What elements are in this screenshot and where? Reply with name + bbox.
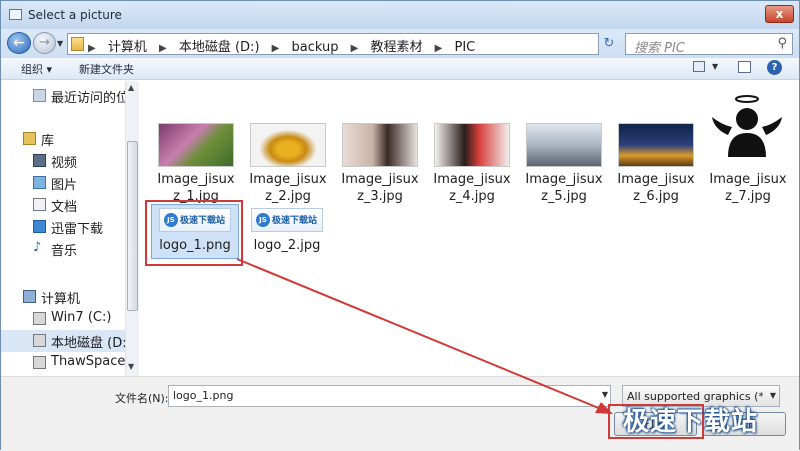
file-dialog-window: Select a picture x ← → ▼ ▶ 计算机 ▶ 本地磁盘 (D… bbox=[0, 0, 800, 451]
site-watermark: 极速下载站 bbox=[623, 407, 759, 437]
annotation-arrow bbox=[236, 258, 613, 414]
